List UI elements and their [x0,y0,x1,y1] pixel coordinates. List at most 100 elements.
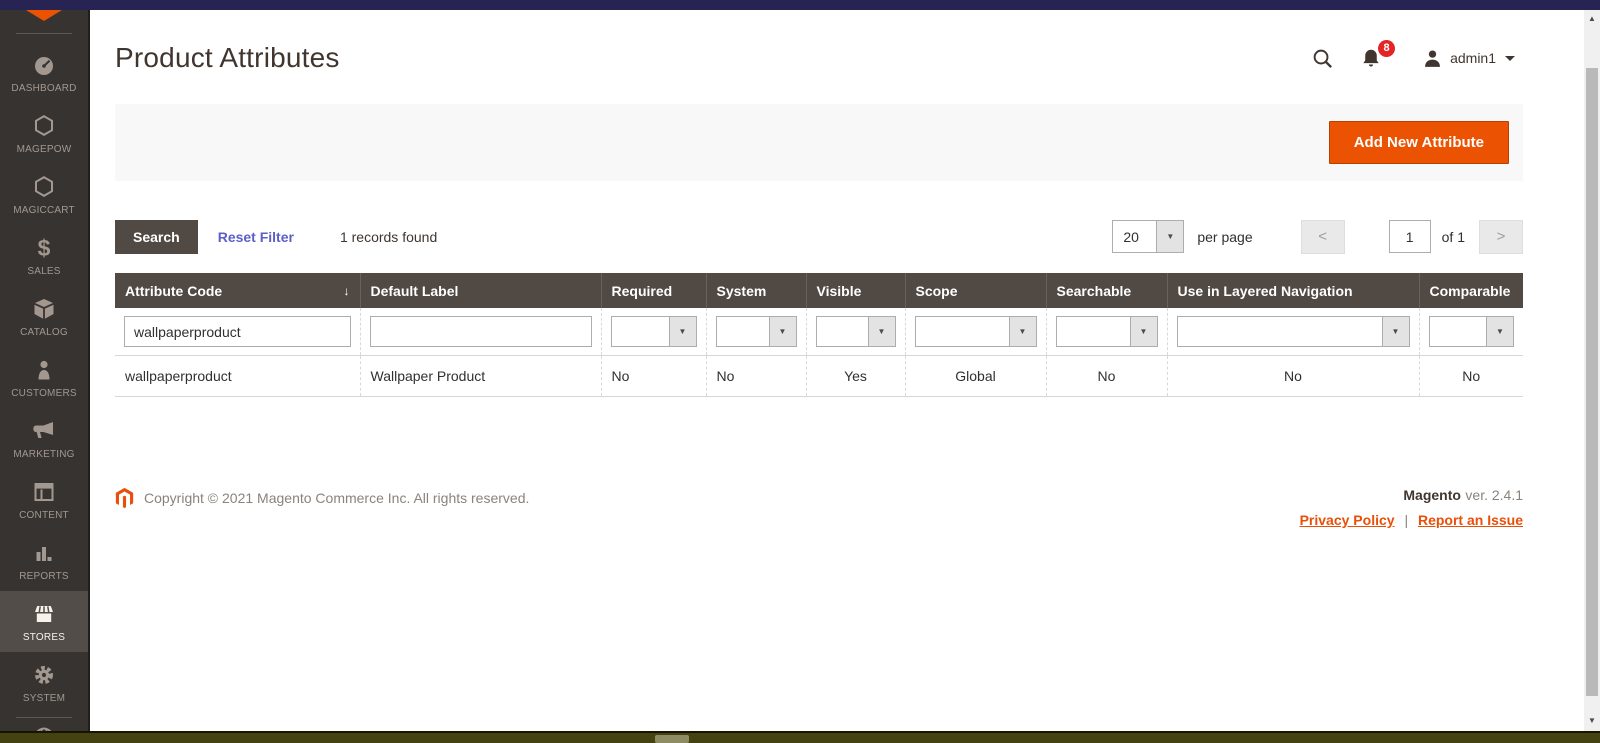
previous-page-button[interactable]: < [1301,220,1345,254]
grid-toolbar: Search Reset Filter 1 records found 20 ▼… [115,219,1523,254]
attributes-grid: Attribute Code ↓ Default Label Required … [115,273,1523,397]
partners-icon[interactable] [0,724,88,731]
notifications-bell-icon[interactable]: 8 [1360,47,1382,70]
sidebar-divider [16,717,72,718]
cell-attribute-code: wallpaperproduct [115,356,360,397]
notification-badge: 8 [1378,40,1395,57]
magento-logo-icon[interactable] [26,10,62,21]
per-page-select[interactable]: 20 ▼ [1112,220,1184,253]
attribute-row[interactable]: wallpaperproduct Wallpaper Product No No… [115,356,1523,397]
sidebar-item-label: DASHBOARD [11,83,76,94]
column-header-comparable[interactable]: Comparable [1419,273,1523,308]
column-header-default-label[interactable]: Default Label [360,273,601,308]
horizontal-scrollbar-thumb[interactable] [655,735,689,743]
sidebar-item-label: SYSTEM [23,693,65,704]
link-separator: | [1404,512,1408,528]
filter-visible-select[interactable]: ▼ [816,316,896,347]
sidebar-item-system[interactable]: SYSTEM [0,652,88,713]
dollar-icon: $ [31,235,57,261]
sidebar-item-customers[interactable]: CUSTOMERS [0,347,88,408]
sidebar-item-label: SALES [27,266,60,277]
sidebar-menu: DASHBOARD MAGEPOW MAGICCART $ SALES CATA… [0,42,88,713]
dropdown-arrow-icon: ▼ [868,317,895,346]
filter-searchable-select[interactable]: ▼ [1056,316,1158,347]
filter-system-select[interactable]: ▼ [716,316,797,347]
sidebar-item-catalog[interactable]: CATALOG [0,286,88,347]
sidebar-item-magepow[interactable]: MAGEPOW [0,103,88,164]
filter-required-select[interactable]: ▼ [611,316,697,347]
sidebar-item-stores[interactable]: STORES [0,591,88,652]
caret-down-icon [1505,56,1515,61]
hexagon-icon [31,113,57,139]
store-icon [31,601,57,627]
sidebar-item-label: MARKETING [13,449,74,460]
cell-required: No [601,356,706,397]
cell-scope: Global [905,356,1046,397]
per-page-label: per page [1197,229,1252,245]
admin-user-menu[interactable]: admin1 [1422,48,1515,69]
cell-default-label: Wallpaper Product [360,356,601,397]
scroll-down-icon[interactable]: ▼ [1584,715,1600,727]
sidebar-item-content[interactable]: CONTENT [0,469,88,530]
column-header-attribute-code[interactable]: Attribute Code ↓ [115,273,360,308]
filter-default-label-input[interactable] [370,316,592,347]
dropdown-arrow-icon: ▼ [1156,221,1183,252]
column-header-visible[interactable]: Visible [806,273,905,308]
version-text: ver. 2.4.1 [1465,487,1523,503]
current-page-input[interactable] [1389,220,1431,253]
gear-icon [31,662,57,688]
cell-searchable: No [1046,356,1167,397]
sidebar-item-label: MAGEPOW [17,144,72,155]
sidebar-item-label: STORES [23,632,65,643]
privacy-policy-link[interactable]: Privacy Policy [1300,512,1395,528]
search-icon[interactable] [1311,47,1334,70]
dashboard-icon [31,52,57,78]
sidebar-item-reports[interactable]: REPORTS [0,530,88,591]
cell-system: No [706,356,806,397]
report-issue-link[interactable]: Report an Issue [1418,512,1523,528]
dropdown-arrow-icon: ▼ [1009,317,1036,346]
dropdown-arrow-icon: ▼ [669,317,696,346]
sidebar-item-label: REPORTS [19,571,69,582]
layout-icon [31,479,57,505]
reset-filter-link[interactable]: Reset Filter [218,229,294,245]
filter-scope-select[interactable]: ▼ [915,316,1037,347]
next-page-button[interactable]: > [1479,220,1523,254]
sidebar-item-label: MAGICCART [13,205,75,216]
user-icon [1422,48,1443,69]
vertical-scrollbar[interactable]: ▲ ▼ [1584,10,1600,731]
sidebar-item-magiccart[interactable]: MAGICCART [0,164,88,225]
hexagon-icon [31,174,57,200]
column-header-system[interactable]: System [706,273,806,308]
filter-comparable-select[interactable]: ▼ [1429,316,1515,347]
grid-header-row: Attribute Code ↓ Default Label Required … [115,273,1523,308]
sidebar: DASHBOARD MAGEPOW MAGICCART $ SALES CATA… [0,10,90,731]
scroll-up-icon[interactable]: ▲ [1584,13,1600,25]
column-header-searchable[interactable]: Searchable [1046,273,1167,308]
column-label: Attribute Code [125,283,222,299]
dropdown-arrow-icon: ▼ [769,317,796,346]
horizontal-scrollbar[interactable] [0,731,1600,743]
filter-attribute-code-input[interactable] [124,316,351,347]
vertical-scrollbar-thumb[interactable] [1586,68,1598,696]
grid-filter-row: ▼ ▼ ▼ ▼ ▼ ▼ ▼ [115,308,1523,356]
search-button[interactable]: Search [115,220,198,254]
filter-layered-navigation-select[interactable]: ▼ [1177,316,1410,347]
dropdown-arrow-icon: ▼ [1382,317,1409,346]
dropdown-arrow-icon: ▼ [1130,317,1157,346]
column-header-layered-navigation[interactable]: Use in Layered Navigation [1167,273,1419,308]
sidebar-item-dashboard[interactable]: DASHBOARD [0,42,88,103]
column-header-required[interactable]: Required [601,273,706,308]
column-header-scope[interactable]: Scope [905,273,1046,308]
page-actions-bar: Add New Attribute [115,104,1523,181]
version-line: Magento ver. 2.4.1 [1300,487,1523,505]
sidebar-item-sales[interactable]: $ SALES [0,225,88,286]
sort-desc-icon: ↓ [344,284,350,298]
total-pages-label: of 1 [1442,229,1465,245]
add-new-attribute-button[interactable]: Add New Attribute [1329,121,1509,164]
footer: Copyright © 2021 Magento Commerce Inc. A… [115,487,1523,528]
header-actions: 8 admin1 [1311,47,1523,70]
sidebar-item-marketing[interactable]: MARKETING [0,408,88,469]
top-edge-bar [0,0,1600,10]
package-icon [31,296,57,322]
